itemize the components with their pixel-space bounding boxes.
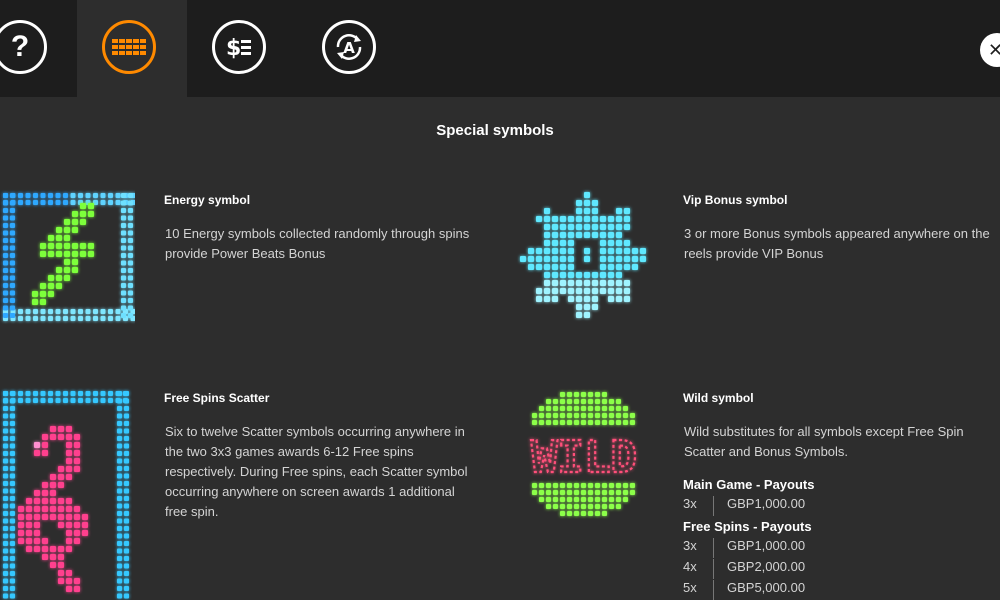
vip-bonus-symbol-icon (520, 192, 646, 318)
wild-logo-text: WILD (531, 432, 637, 483)
svg-text:A: A (343, 39, 355, 57)
divider (713, 538, 714, 558)
tab-symbols[interactable] (77, 0, 187, 97)
close-button[interactable]: ✕ (980, 33, 1000, 67)
page-title: Special symbols (436, 122, 554, 139)
divider (713, 496, 714, 516)
energy-description: 10 Energy symbols collected randomly thr… (165, 226, 470, 261)
main-payouts-title: Main Game - Payouts (683, 477, 815, 492)
wild-heading: Wild symbol (683, 391, 754, 405)
scatter-description: Six to twelve Scatter symbols occurring … (165, 424, 468, 519)
tab-autoplay[interactable]: A (297, 0, 407, 97)
wild-description: Wild substitutes for all symbols except … (684, 424, 964, 459)
wild-symbol-icon: WILD (530, 392, 638, 516)
grid-icon (102, 20, 156, 74)
auto-rotate-icon: A (322, 20, 376, 74)
free-payouts-title: Free Spins - Payouts (683, 519, 812, 534)
scatter-symbol-icon (3, 391, 129, 599)
scatter-heading: Free Spins Scatter (164, 391, 270, 405)
dollar-list-icon: $ (212, 20, 266, 74)
vip-heading: Vip Bonus symbol (683, 193, 788, 207)
vip-description: 3 or more Bonus symbols appeared anywher… (684, 226, 990, 261)
divider (713, 580, 714, 600)
energy-symbol-icon (3, 193, 135, 321)
tab-help[interactable]: ? (0, 0, 78, 97)
close-icon: ✕ (988, 39, 1000, 60)
svg-text:$: $ (226, 36, 241, 61)
divider (713, 559, 714, 579)
tab-paytable[interactable]: $ (187, 0, 297, 97)
energy-heading: Energy symbol (164, 193, 251, 207)
top-bar: ? $ A ✕ (0, 0, 1000, 97)
grid-icon-glyph (112, 39, 146, 55)
question-icon: ? (0, 20, 47, 74)
